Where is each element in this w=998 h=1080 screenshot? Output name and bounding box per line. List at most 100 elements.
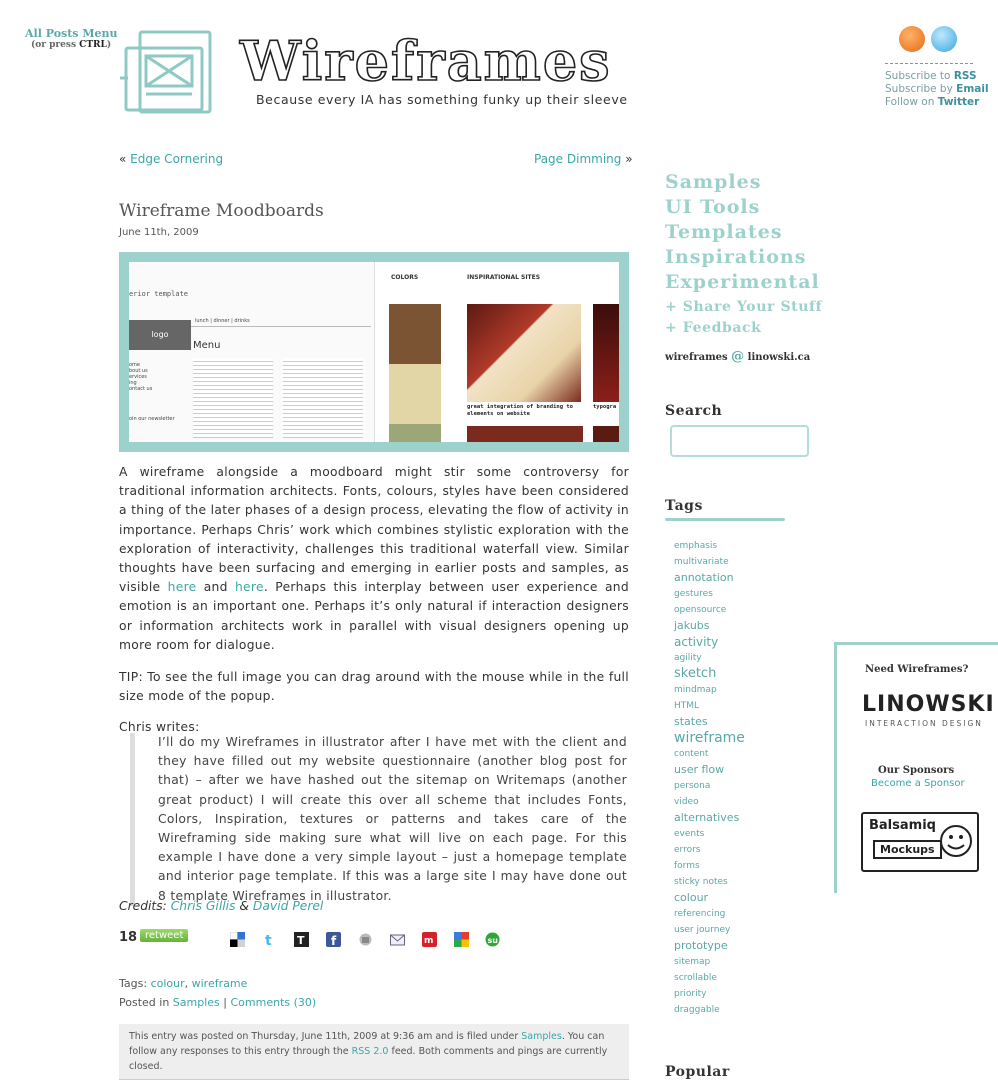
tag-cloud-item[interactable]: user flow bbox=[674, 762, 824, 778]
svg-text:m: m bbox=[424, 936, 433, 946]
tag-cloud-item[interactable]: draggable bbox=[674, 1002, 824, 1018]
nav-ui-tools[interactable]: UI Tools bbox=[665, 195, 760, 219]
nav-samples[interactable]: Samples bbox=[665, 170, 761, 194]
become-sponsor-link[interactable]: Become a Sponsor bbox=[871, 778, 965, 789]
post-date: June 11th, 2009 bbox=[119, 227, 199, 238]
post-paragraph-1: A wireframe alongside a moodboard might … bbox=[119, 465, 629, 652]
rss-icon[interactable] bbox=[899, 26, 925, 52]
wireframe-logo-icon[interactable] bbox=[118, 28, 218, 118]
hero-colors-label: COLORS bbox=[391, 274, 419, 281]
site-title[interactable]: Wireframes bbox=[239, 29, 612, 93]
tag-cloud-item[interactable]: referencing bbox=[674, 906, 824, 922]
mixx-icon[interactable]: m bbox=[422, 932, 437, 947]
subscribe-rss: Subscribe to RSS bbox=[885, 70, 977, 82]
tag-cloud-item[interactable]: activity bbox=[674, 634, 824, 650]
digg-icon[interactable] bbox=[358, 932, 373, 947]
rss-feed-link[interactable]: RSS 2.0 bbox=[352, 1046, 389, 1057]
svg-text:f: f bbox=[331, 934, 337, 947]
svg-text:T: T bbox=[297, 934, 305, 947]
hero-interior-label: erior template bbox=[129, 290, 189, 298]
nav-share-your-stuff[interactable]: + Share Your Stuff bbox=[665, 299, 822, 315]
contact-email[interactable]: wireframes @ linowski.ca bbox=[665, 349, 810, 364]
previous-post-link[interactable]: Edge Cornering bbox=[130, 152, 223, 166]
tag-cloud-item[interactable]: sketch bbox=[674, 666, 824, 682]
tag-cloud-item[interactable]: events bbox=[674, 826, 824, 842]
post-body: A wireframe alongside a moodboard might … bbox=[119, 463, 629, 750]
comments-link[interactable]: Comments (30) bbox=[230, 996, 316, 1009]
linowski-logo[interactable]: LINOWSKI bbox=[862, 692, 995, 717]
twitter-icon[interactable]: t bbox=[262, 932, 277, 949]
hero-caption-2: typogra bbox=[593, 404, 617, 410]
tag-cloud-item[interactable]: sticky notes bbox=[674, 874, 824, 890]
tag-cloud-item[interactable]: emphasis bbox=[674, 538, 824, 554]
tag-cloud-item[interactable]: prototype bbox=[674, 938, 824, 954]
facebook-icon[interactable]: f bbox=[326, 932, 341, 948]
tag-cloud-item[interactable]: wireframe bbox=[674, 730, 824, 746]
tag-cloud-item[interactable]: gestures bbox=[674, 586, 824, 602]
subscribe-email-link[interactable]: Email bbox=[956, 83, 988, 95]
tag-cloud-item[interactable]: content bbox=[674, 746, 824, 762]
tag-link-wireframe[interactable]: wireframe bbox=[192, 977, 248, 990]
nav-experimental[interactable]: Experimental bbox=[665, 270, 820, 294]
next-post-link[interactable]: Page Dimming bbox=[534, 152, 621, 166]
tags-heading: Tags bbox=[665, 498, 703, 514]
tag-cloud-item[interactable]: annotation bbox=[674, 570, 824, 586]
post-credits: Credits: Chris Gillis & David Perel bbox=[119, 899, 324, 913]
nav-inspirations[interactable]: Inspirations bbox=[665, 245, 806, 269]
svg-text:su: su bbox=[488, 936, 499, 945]
tag-cloud-item[interactable]: scrollable bbox=[674, 970, 824, 986]
retweet-button[interactable]: retweet bbox=[140, 929, 189, 942]
need-wireframes-heading: Need Wireframes? bbox=[865, 664, 969, 675]
credit-link-david-perel[interactable]: David Perel bbox=[253, 899, 323, 913]
tags-underline bbox=[665, 518, 785, 521]
hero-logo-box: logo bbox=[129, 320, 191, 350]
post-tip: TIP: To see the full image you can drag … bbox=[119, 669, 629, 703]
tag-cloud-item[interactable]: states bbox=[674, 714, 824, 730]
here-link-1[interactable]: here bbox=[168, 580, 197, 594]
credit-link-chris-gillis[interactable]: Chris Gillis bbox=[171, 899, 236, 913]
tag-cloud-item[interactable]: video bbox=[674, 794, 824, 810]
ctrl-key-hint: CTRL bbox=[79, 40, 107, 50]
tag-cloud-item[interactable]: jakubs bbox=[674, 618, 824, 634]
google-icon[interactable] bbox=[454, 932, 469, 947]
svg-text:t: t bbox=[265, 933, 272, 947]
here-link-2[interactable]: here bbox=[235, 580, 264, 594]
tag-cloud-item[interactable]: forms bbox=[674, 858, 824, 874]
all-posts-hint: (or press CTRL) bbox=[31, 40, 112, 50]
tag-cloud-item[interactable]: user journey bbox=[674, 922, 824, 938]
tag-cloud-item[interactable]: errors bbox=[674, 842, 824, 858]
linowski-subtitle: INTERACTION DESIGN bbox=[865, 719, 983, 728]
tag-cloud-item[interactable]: mindmap bbox=[674, 682, 824, 698]
mockups-label: Mockups bbox=[873, 840, 942, 859]
moodboard-image[interactable]: erior template logo lunch | dinner | dri… bbox=[119, 252, 629, 452]
tag-link-colour[interactable]: colour bbox=[151, 977, 185, 990]
nav-feedback[interactable]: + Feedback bbox=[665, 320, 761, 336]
hero-menu-label: Menu bbox=[193, 340, 221, 351]
twitter-bird-icon[interactable] bbox=[931, 26, 957, 52]
meta-samples-link[interactable]: Samples bbox=[521, 1031, 562, 1042]
tag-cloud-item[interactable]: persona bbox=[674, 778, 824, 794]
tag-cloud-item[interactable]: HTML bbox=[674, 698, 824, 714]
delicious-icon[interactable] bbox=[229, 931, 245, 947]
technorati-icon[interactable]: T bbox=[294, 932, 309, 947]
tag-cloud-item[interactable]: opensource bbox=[674, 602, 824, 618]
tag-cloud-item[interactable]: agility bbox=[674, 650, 824, 666]
all-posts-menu-link[interactable]: All Posts Menu bbox=[25, 27, 118, 40]
tag-cloud-item[interactable]: priority bbox=[674, 986, 824, 1002]
hero-nav-text: lunch | dinner | drinks bbox=[195, 318, 250, 324]
search-input[interactable] bbox=[670, 425, 809, 457]
subscribe-rss-link[interactable]: RSS bbox=[954, 70, 977, 82]
nav-templates[interactable]: Templates bbox=[665, 220, 783, 244]
tag-cloud-item[interactable]: colour bbox=[674, 890, 824, 906]
follow-twitter-link[interactable]: Twitter bbox=[938, 96, 980, 108]
balsamiq-mockups-ad[interactable]: Balsamiq Mockups bbox=[861, 812, 979, 872]
follow-twitter: Follow on Twitter bbox=[885, 96, 980, 108]
inspiration-site-2 bbox=[593, 304, 619, 402]
tag-cloud-item[interactable]: sitemap bbox=[674, 954, 824, 970]
email-icon[interactable] bbox=[390, 932, 405, 947]
category-link-samples[interactable]: Samples bbox=[173, 996, 220, 1009]
stumbleupon-icon[interactable]: su bbox=[485, 932, 500, 947]
swatch-1 bbox=[389, 304, 441, 364]
tag-cloud-item[interactable]: alternatives bbox=[674, 810, 824, 826]
tag-cloud-item[interactable]: multivariate bbox=[674, 554, 824, 570]
